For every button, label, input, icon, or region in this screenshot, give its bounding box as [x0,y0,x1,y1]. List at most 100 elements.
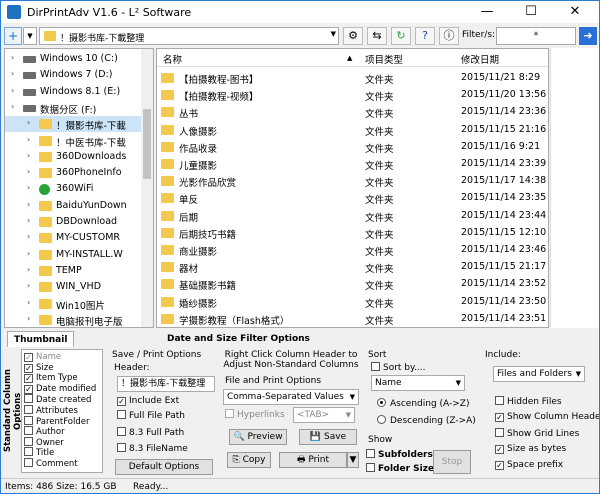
file-row[interactable]: 商业摄影 文件夹 2015/11/14 23:46 [157,241,548,258]
column-option[interactable]: Title [24,447,54,458]
tree-item[interactable]: › Windows 7 (D:) [5,67,141,83]
tree-item[interactable]: › Windows 10 (C:) [5,51,141,67]
chevron-right-icon[interactable]: › [27,135,30,144]
column-header-type[interactable]: 项目类型 [365,52,403,66]
maximize-button[interactable]: ☐ [509,1,553,23]
chevron-right-icon[interactable]: › [27,183,30,192]
chevron-right-icon[interactable]: › [27,249,30,258]
filename-83-checkbox[interactable]: 8.3 FileName [117,443,188,454]
copy-button[interactable]: ⎘ Copy [227,452,271,468]
hidden-files-checkbox[interactable]: Hidden Files [495,396,562,407]
tree-item[interactable]: › DBDownload [5,214,141,230]
tree-item[interactable]: › 360PhoneInfo [5,165,141,181]
delimiter-select[interactable]: <TAB> ▼ [293,407,355,423]
refresh-icon[interactable]: ↻ [391,27,411,45]
column-option[interactable]: Date created [24,394,91,405]
network-icon[interactable]: ⇆ [367,27,387,45]
tab-date-size-filter[interactable]: Date and Size Filter Options [161,331,316,347]
chevron-right-icon[interactable]: › [27,118,30,127]
tree-scroll-thumb[interactable] [143,109,151,179]
print-button[interactable]: 🖶 Print [279,452,347,468]
column-option[interactable]: ✓ Name [24,352,61,363]
chevron-right-icon[interactable]: › [27,232,30,241]
column-checklist[interactable]: ✓ Name ✓ Size ✓ Item Type ✓ Date modified Date c… [21,349,103,473]
header-input[interactable]: ！摄影书库-下载整理 [117,376,215,392]
stop-button[interactable]: Stop [433,450,471,474]
chevron-down-icon[interactable]: ▼ [23,27,37,45]
add-icon[interactable]: + [4,27,22,45]
tree-item[interactable]: › MY-CUSTOMR [5,230,141,246]
file-list[interactable]: 名称 ▲ 项目类型 修改日期 【拍摄教程-图书】 文件夹 2015/11/21 8:… [156,48,549,328]
column-header-date[interactable]: 修改日期 [461,52,499,66]
show-column-headers-checkbox[interactable]: ✓ Show Column Headers [495,412,599,422]
help-icon[interactable]: ? [415,27,435,45]
chevron-right-icon[interactable]: › [27,200,30,209]
default-options-button[interactable]: Default Options [115,459,213,475]
close-button[interactable]: ✕ [553,1,597,23]
info-icon[interactable]: ⓘ [439,27,459,45]
print-dropdown-button[interactable]: ▼ [347,452,359,468]
chevron-right-icon[interactable]: › [27,298,30,307]
file-row[interactable]: 宝宝设计书籍教程文件夹2015/11/14 23:18 [157,327,549,328]
space-prefix-checkbox[interactable]: ✓ Space prefix [495,460,563,470]
column-option[interactable]: Author [24,426,65,437]
file-row[interactable]: 光影作品欣赏 文件夹 2015/11/17 14:38 [157,172,548,189]
file-row[interactable]: 作品收录 文件夹 2015/11/16 9:21 [157,138,548,155]
include-mode-select[interactable]: Files and Folders ▼ [493,366,585,382]
chevron-right-icon[interactable]: › [27,216,30,225]
hyperlinks-checkbox[interactable]: Hyperlinks [225,409,285,420]
chevron-right-icon[interactable]: › [11,53,14,62]
column-option[interactable]: Owner [24,436,64,448]
tree-item[interactable]: › ！摄影书库-下載 [5,116,141,133]
file-row[interactable]: 后期技巧书籍 文件夹 2015/11/15 12:10 [157,224,548,241]
file-row[interactable]: 后期 文件夹 2015/11/14 23:44 [157,207,548,224]
subfolders-checkbox[interactable]: Subfolders [366,449,433,460]
column-option[interactable]: Attributes [24,405,78,416]
column-option[interactable]: Comment [24,458,78,469]
column-option[interactable]: ✓ Date modified [24,384,96,395]
column-header-name[interactable]: 名称 [163,52,182,66]
minimize-button[interactable]: — [465,1,509,23]
size-as-bytes-checkbox[interactable]: ✓ Size as bytes [495,444,566,454]
folder-size-checkbox[interactable]: Folder Size [366,463,434,474]
file-row[interactable]: 【拍摄教程-图书】 文件夹 2015/11/21 8:29 [157,69,548,86]
column-option[interactable]: ParentFolder [24,415,89,427]
descending-radio[interactable]: Descending (Z->A) [377,415,476,426]
file-row[interactable]: 婚纱摄影 文件夹 2015/11/14 23:50 [157,293,548,310]
chevron-right-icon[interactable]: › [27,151,30,160]
tools-icon[interactable]: ⚙ [343,27,363,45]
sort-by-checkbox[interactable]: Sort by.... [371,362,426,373]
tree-item[interactable]: › Windows 8.1 (E:) [5,84,141,100]
save-button[interactable]: 💾 Save [299,429,357,445]
include-ext-checkbox[interactable]: ✓ Include Ext [117,396,179,406]
tree-item[interactable]: › 360WiFi [5,181,141,197]
chevron-right-icon[interactable]: › [27,314,30,323]
preview-button[interactable]: 🔍 Preview [229,429,287,445]
tree-item[interactable]: › 电脑报刊电子版 [5,312,141,327]
file-row[interactable]: 【拍摄教程-视频】 文件夹 2015/11/20 13:56 [157,86,548,103]
chevron-right-icon[interactable]: › [27,167,30,176]
chevron-right-icon[interactable]: › [27,265,30,274]
tree-item[interactable]: › 数据分区 (F:) [5,100,141,116]
tree-item[interactable]: › MY-INSTALL.W [5,247,141,263]
file-row[interactable]: 儿童摄影 文件夹 2015/11/14 23:39 [157,155,548,172]
column-option[interactable]: ✓ Item Type [24,373,78,384]
ascending-radio[interactable]: Ascending (A->Z) [377,398,469,409]
filter-input[interactable]: * [496,27,576,45]
file-row[interactable]: 基础摄影书籍 文件夹 2015/11/14 23:52 [157,275,548,292]
tree-item[interactable]: › BaiduYunDown [5,198,141,214]
tab-thumbnail[interactable]: Thumbnail [7,331,75,347]
full-file-path-checkbox[interactable]: Full File Path [117,410,185,421]
tree-scrollbar[interactable] [141,49,153,327]
chevron-right-icon[interactable]: › [11,86,14,95]
file-row[interactable]: 单反 文件夹 2015/11/14 23:35 [157,189,548,206]
file-row[interactable]: 学摄影教程（Flash格式） 文件夹 2015/11/14 23:51 [157,310,548,327]
tree-item[interactable]: › 360Downloads [5,149,141,165]
tree-item[interactable]: › ！中医书库-下载 [5,133,141,149]
full-path-83-checkbox[interactable]: 8.3 Full Path [117,427,184,438]
path-combobox[interactable]: ！摄影书库-下載整理 ▼ [39,27,339,45]
column-option[interactable]: ✓ Size [24,363,53,374]
format-select[interactable]: Comma-Separated Values ▼ [223,389,359,405]
chevron-right-icon[interactable]: › [11,102,14,111]
tree-item[interactable]: › TEMP [5,263,141,279]
